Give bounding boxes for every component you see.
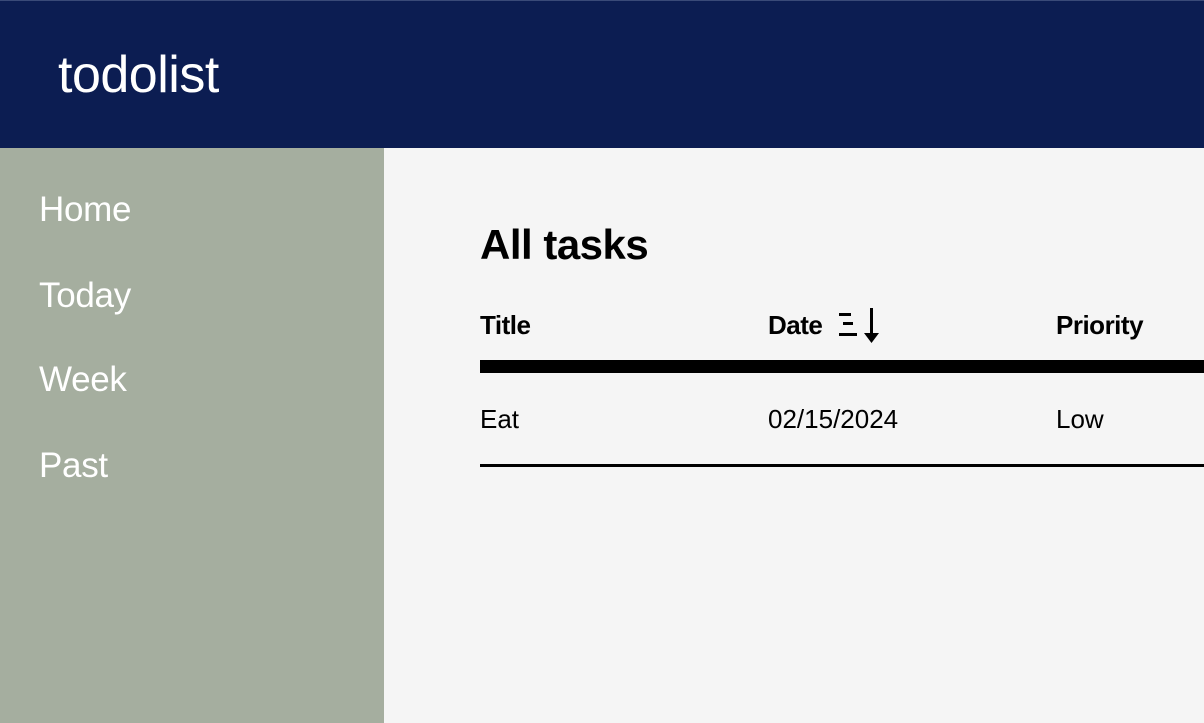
app-header: todolist (0, 0, 1204, 148)
task-title-cell: Eat (480, 404, 520, 434)
sidebar-item-today[interactable]: Today (39, 276, 131, 316)
column-header-priority[interactable]: Priority (1056, 310, 1144, 340)
column-header-date[interactable]: Date (768, 310, 823, 340)
column-header-title[interactable]: Title (480, 310, 531, 340)
sidebar-item-home[interactable]: Home (39, 190, 131, 230)
table-header-divider (480, 360, 1204, 373)
app-title[interactable]: todolist (58, 45, 219, 105)
main-content: All tasks Title Date Priority Eat 02/15/… (384, 148, 1204, 723)
sidebar: Home Today Week Past (0, 148, 384, 723)
page-title: All tasks (480, 221, 649, 268)
sort-descending-icon[interactable] (839, 307, 879, 345)
sidebar-item-past[interactable]: Past (39, 446, 108, 486)
task-date-cell: 02/15/2024 (768, 404, 899, 434)
row-divider (480, 464, 1204, 467)
sidebar-item-week[interactable]: Week (39, 360, 127, 400)
task-priority-cell: Low (1056, 404, 1104, 434)
